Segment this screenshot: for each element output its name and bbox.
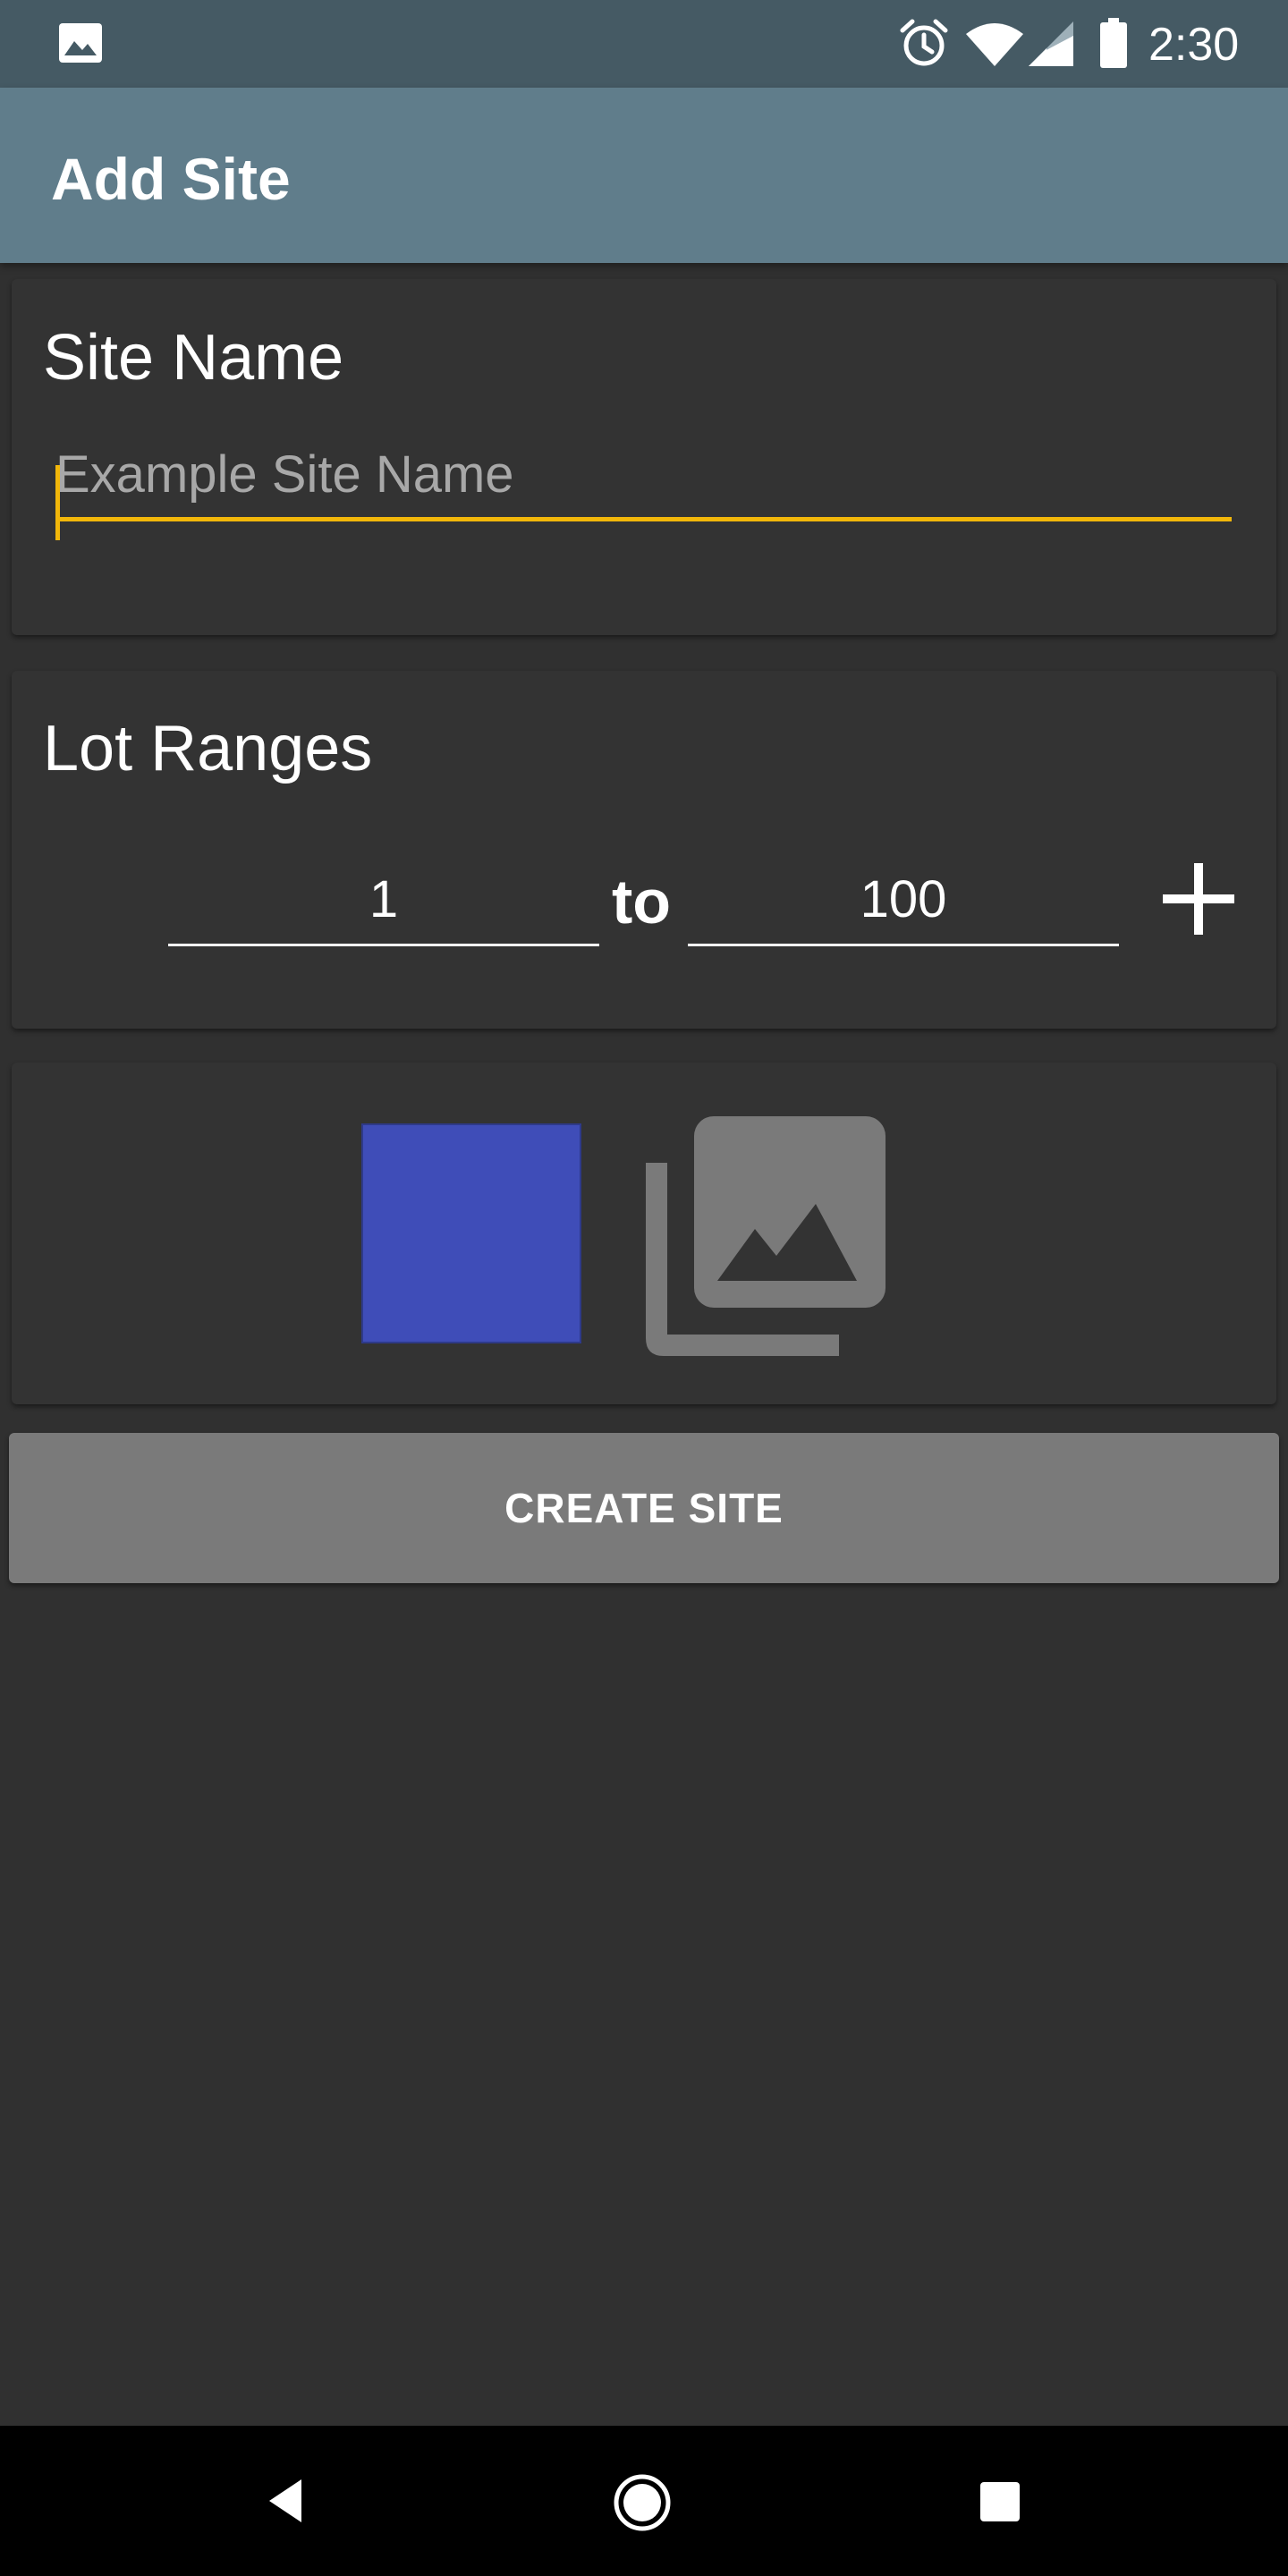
home-icon xyxy=(614,2474,671,2531)
photo-library-icon xyxy=(646,1116,886,1356)
lot-ranges-title: Lot Ranges xyxy=(43,713,373,784)
nav-home-button[interactable] xyxy=(612,2472,673,2533)
status-bar: 2:30 xyxy=(0,0,1288,88)
lot-range-from-input[interactable] xyxy=(168,854,599,946)
range-to-label: to xyxy=(612,867,672,936)
battery-icon xyxy=(1100,18,1127,68)
recents-icon xyxy=(980,2482,1020,2521)
choose-image-button[interactable] xyxy=(646,1116,886,1356)
app-bar: Add Site xyxy=(0,88,1288,263)
create-site-button[interactable]: CREATE SITE xyxy=(9,1433,1279,1583)
site-name-card: Site Name xyxy=(12,279,1276,635)
nav-back-button[interactable] xyxy=(264,2476,309,2526)
nav-recents-button[interactable] xyxy=(980,2482,1020,2521)
site-name-input[interactable] xyxy=(55,431,1232,521)
back-icon xyxy=(269,2479,301,2522)
lot-range-to-input[interactable] xyxy=(688,854,1119,946)
alarm-icon xyxy=(900,19,948,66)
image-notification-icon xyxy=(59,23,102,63)
site-name-title: Site Name xyxy=(43,322,344,394)
status-time: 2:30 xyxy=(1148,19,1240,71)
page-title: Add Site xyxy=(51,146,291,212)
color-picker-swatch[interactable] xyxy=(361,1123,581,1343)
plus-icon xyxy=(1163,863,1234,935)
wifi-icon xyxy=(966,23,1023,66)
add-site-screen: 2:30 Add Site Site Name Lot Ranges to xyxy=(0,0,1288,2576)
site-appearance-card xyxy=(12,1063,1276,1404)
add-range-button[interactable] xyxy=(1158,859,1239,939)
text-cursor xyxy=(55,465,60,540)
system-nav-bar xyxy=(0,2426,1288,2576)
lot-ranges-card: Lot Ranges to xyxy=(12,671,1276,1029)
cell-signal-icon xyxy=(1029,21,1073,66)
